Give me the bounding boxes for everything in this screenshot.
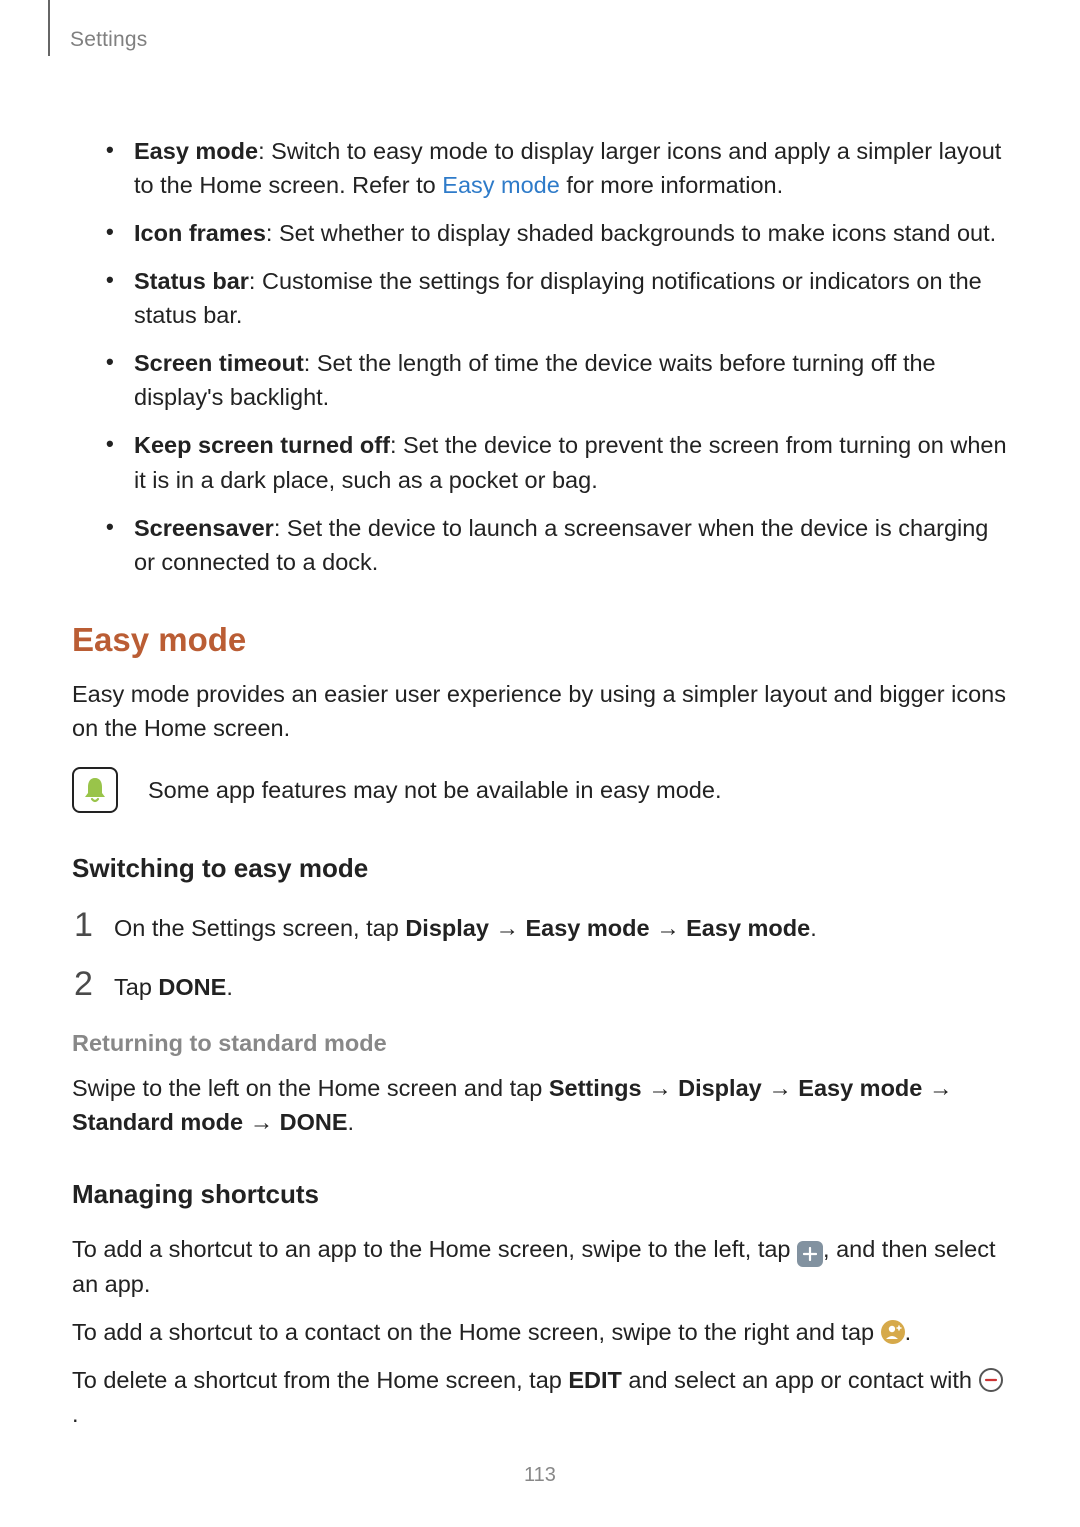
arrow-icon: → xyxy=(243,1109,280,1135)
plus-icon xyxy=(797,1241,823,1267)
text-pre: Swipe to the left on the Home screen and… xyxy=(72,1075,549,1101)
step-text: On the Settings screen, tap Display → Ea… xyxy=(114,911,817,945)
bullet-keep-screen-off: Keep screen turned off: Set the device t… xyxy=(102,428,1008,496)
bullet-text: : Customise the settings for displaying … xyxy=(134,268,982,328)
subheading-switching: Switching to easy mode xyxy=(72,853,1008,884)
bullet-after: for more information. xyxy=(560,172,783,198)
bullet-term: Icon frames xyxy=(134,220,266,246)
bullet-term: Screensaver xyxy=(134,515,274,541)
section-intro: Easy mode provides an easier user experi… xyxy=(72,677,1008,745)
done-label: DONE xyxy=(158,974,226,1000)
arrow-icon: → xyxy=(922,1075,952,1101)
edit-label: EDIT xyxy=(568,1367,622,1393)
path-settings: Settings xyxy=(549,1075,642,1101)
text-pre: Tap xyxy=(114,974,158,1000)
breadcrumb-label: Settings xyxy=(70,28,1080,52)
feature-list: Easy mode: Switch to easy mode to displa… xyxy=(102,134,1008,579)
step-1: 1 On the Settings screen, tap Display → … xyxy=(74,906,1008,945)
note-callout: Some app features may not be available i… xyxy=(72,767,1008,813)
managing-line-1: To add a shortcut to an app to the Home … xyxy=(72,1232,1008,1301)
path-display: Display xyxy=(678,1075,762,1101)
bullet-status-bar: Status bar: Customise the settings for d… xyxy=(102,264,1008,332)
bullet-screensaver: Screensaver: Set the device to launch a … xyxy=(102,511,1008,579)
link-easy-mode[interactable]: Easy mode xyxy=(442,172,560,198)
path-easy-mode: Easy mode xyxy=(798,1075,922,1101)
arrow-icon: → xyxy=(762,1075,799,1101)
arrow-icon: → xyxy=(642,1075,679,1101)
page-content: Easy mode: Switch to easy mode to displa… xyxy=(0,58,1080,1431)
text-period: . xyxy=(348,1109,355,1135)
path-standard-mode: Standard mode xyxy=(72,1109,243,1135)
note-text: Some app features may not be available i… xyxy=(148,773,721,807)
text-pre: To add a shortcut to a contact on the Ho… xyxy=(72,1319,881,1345)
text-pre: To delete a shortcut from the Home scree… xyxy=(72,1367,568,1393)
bullet-term: Easy mode xyxy=(134,138,258,164)
page-number: 113 xyxy=(0,1464,1080,1487)
returning-text: Swipe to the left on the Home screen and… xyxy=(72,1071,1008,1139)
path-easy-mode-2: Easy mode xyxy=(686,915,810,941)
text-post: . xyxy=(905,1319,912,1345)
step-text: Tap DONE. xyxy=(114,970,233,1004)
bell-icon xyxy=(72,767,118,813)
step-2: 2 Tap DONE. xyxy=(74,965,1008,1004)
add-contact-icon xyxy=(881,1320,905,1344)
text-post: . xyxy=(72,1401,79,1427)
minorheading-returning: Returning to standard mode xyxy=(72,1030,1008,1057)
section-title-easy-mode: Easy mode xyxy=(72,621,1008,659)
minus-circle-icon xyxy=(979,1368,1003,1392)
arrow-icon: → xyxy=(489,915,526,941)
arrow-icon: → xyxy=(650,915,687,941)
done-label: DONE xyxy=(280,1109,348,1135)
page-header: Settings xyxy=(0,0,1080,58)
text-mid: and select an app or contact with xyxy=(622,1367,979,1393)
bullet-term: Keep screen turned off xyxy=(134,432,390,458)
subheading-managing: Managing shortcuts xyxy=(72,1179,1008,1210)
bullet-text: : Set whether to display shaded backgrou… xyxy=(266,220,996,246)
bullet-screen-timeout: Screen timeout: Set the length of time t… xyxy=(102,346,1008,414)
managing-line-3: To delete a shortcut from the Home scree… xyxy=(72,1363,1008,1431)
bullet-icon-frames: Icon frames: Set whether to display shad… xyxy=(102,216,1008,250)
bullet-easy-mode: Easy mode: Switch to easy mode to displa… xyxy=(102,134,1008,202)
text-period: . xyxy=(810,915,817,941)
path-easy-mode-1: Easy mode xyxy=(525,915,649,941)
bullet-term: Status bar xyxy=(134,268,249,294)
text-pre: To add a shortcut to an app to the Home … xyxy=(72,1236,797,1262)
step-number: 1 xyxy=(74,906,114,945)
path-display: Display xyxy=(405,915,489,941)
text-pre: On the Settings screen, tap xyxy=(114,915,405,941)
header-rule xyxy=(48,0,50,56)
step-number: 2 xyxy=(74,965,114,1004)
managing-line-2: To add a shortcut to a contact on the Ho… xyxy=(72,1315,1008,1349)
bullet-term: Screen timeout xyxy=(134,350,304,376)
text-period: . xyxy=(226,974,233,1000)
